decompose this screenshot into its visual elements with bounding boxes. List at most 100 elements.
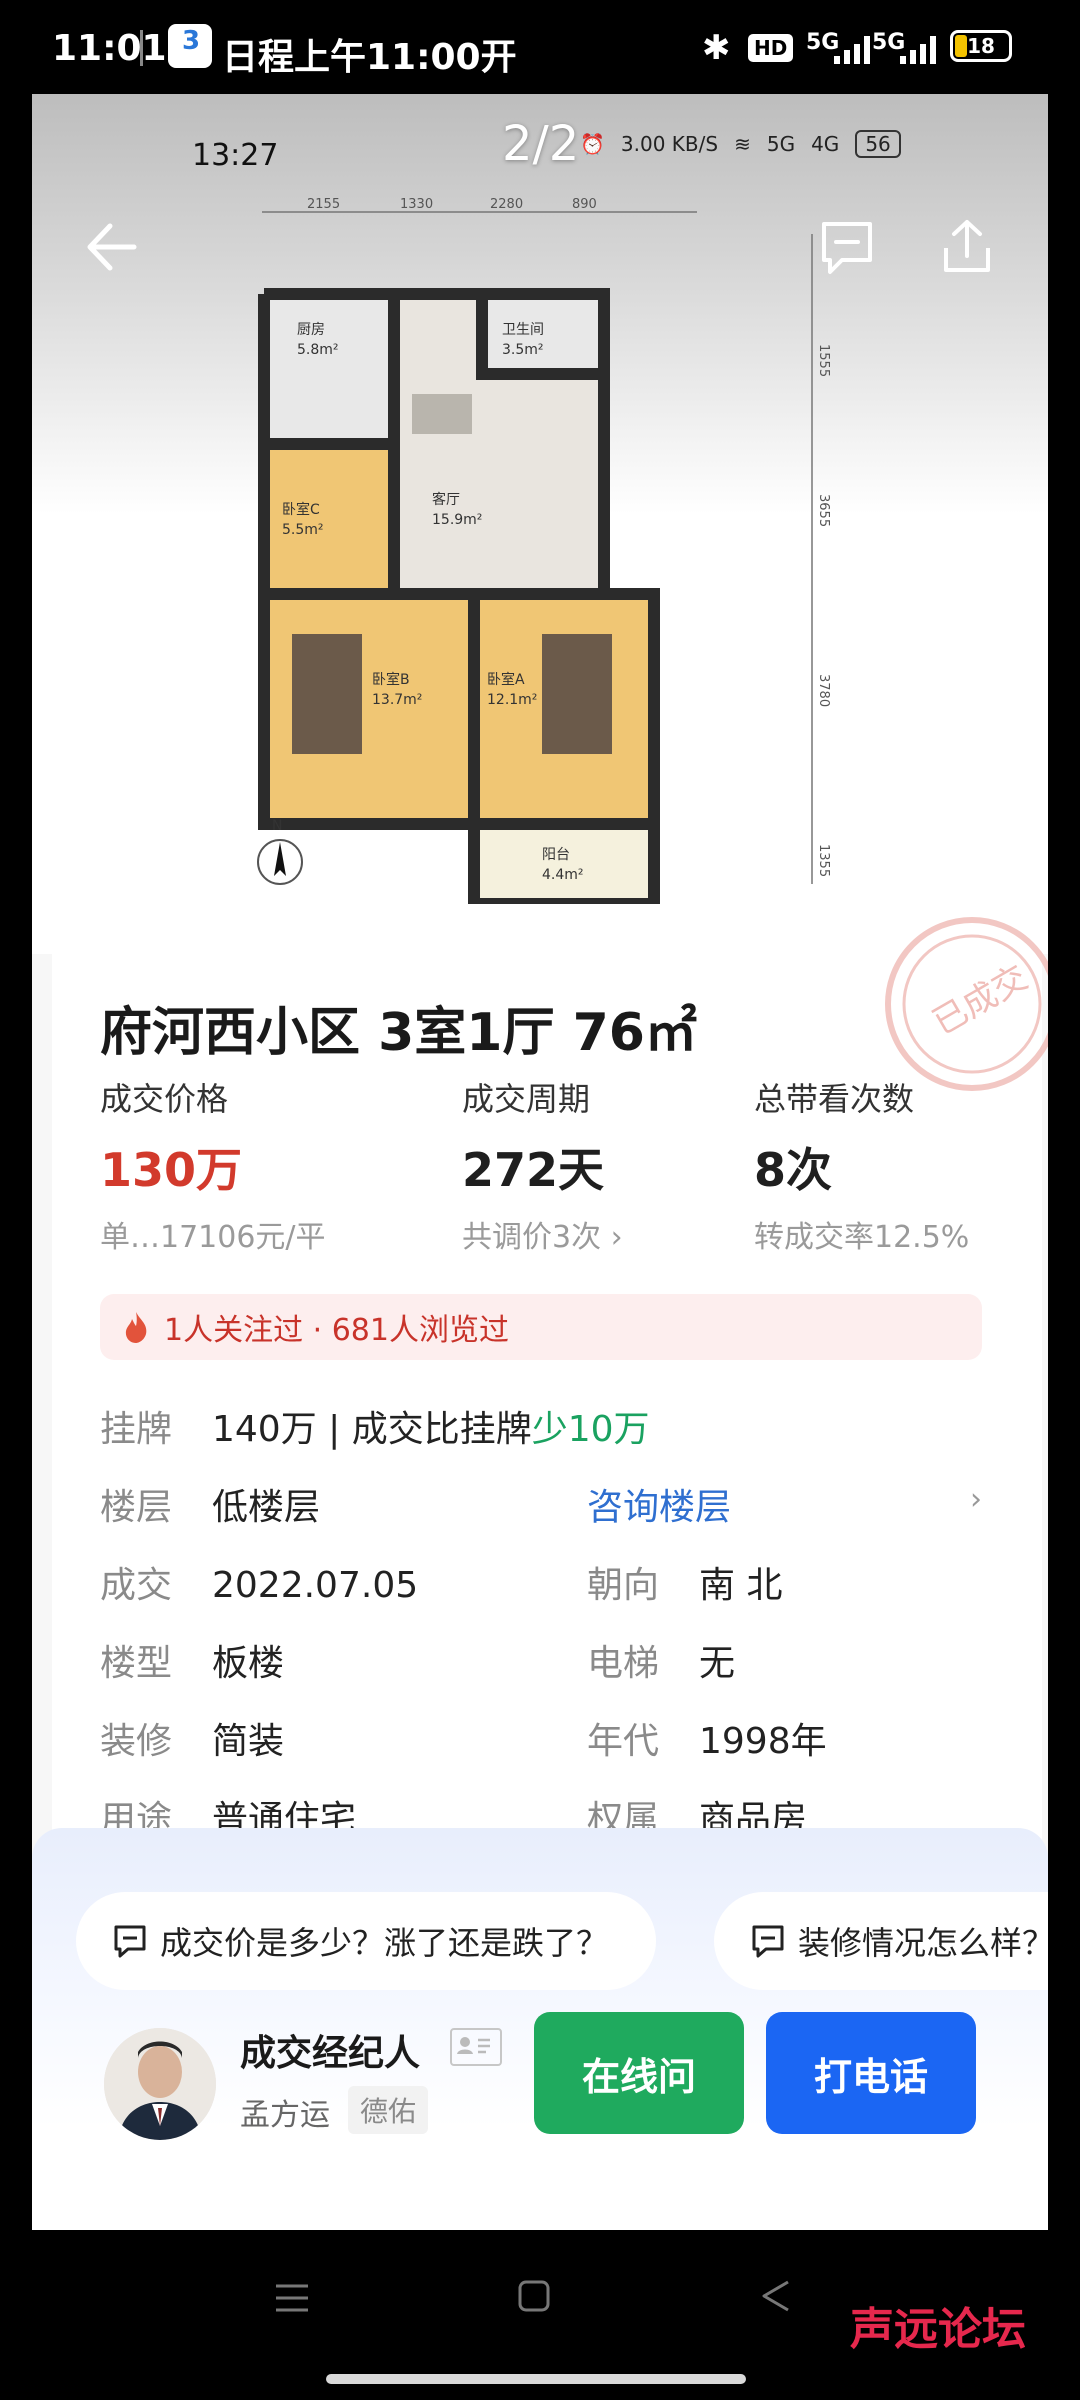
- consult-floor-text[interactable]: 咨询楼层: [587, 1487, 731, 1528]
- stat-label: 成交价格: [100, 1080, 229, 1118]
- price-diff: 少10万: [531, 1409, 650, 1450]
- detail-orientation: 朝向南 北: [587, 1556, 782, 1608]
- inner-signal-1: 5G: [766, 132, 796, 156]
- chat-icon: [114, 1925, 146, 1958]
- outer-status-bar: 11:01 日程上午11:00开 ✱ HD 5G 5G 18: [0, 0, 1080, 94]
- listing-price-row: 挂牌 140万 | 成交比挂牌少10万: [100, 1400, 650, 1452]
- row-value: 2022.07.05: [212, 1565, 419, 1606]
- question-chip-decoration[interactable]: 装修情况怎么样？: [714, 1892, 1048, 1990]
- room-living-area: 15.9m²: [432, 512, 482, 528]
- row-value: 1998年: [699, 1721, 827, 1762]
- consult-floor-link[interactable]: 咨询楼层: [587, 1478, 731, 1530]
- back-arrow-icon[interactable]: [74, 212, 144, 282]
- row-key: 楼型: [100, 1643, 173, 1684]
- agent-avatar[interactable]: [104, 2028, 216, 2140]
- popularity-banner: 1人关注过 · 681人浏览过: [100, 1294, 982, 1360]
- app-screen: 13:27 2/2 ⏰ 3.00 KB/S ≋ 5G 4G 56 2155 13…: [32, 94, 1048, 2230]
- north-label: N: [272, 818, 282, 834]
- home-icon[interactable]: [516, 2278, 552, 2314]
- back-triangle-icon[interactable]: [756, 2276, 796, 2316]
- row-key: 年代: [587, 1721, 660, 1762]
- north-compass-icon: N: [257, 818, 303, 885]
- row-value: 无: [699, 1643, 736, 1684]
- inner-time: 13:27: [192, 138, 279, 173]
- fire-icon: [125, 1312, 147, 1343]
- detail-year: 年代 1998年: [587, 1712, 827, 1764]
- detail-building-type: 楼型 板楼: [100, 1634, 284, 1686]
- stat-deal-cycle[interactable]: 成交周期 272天 共调价3次 ›: [462, 1074, 623, 1256]
- dim-top-4: 890: [572, 197, 597, 212]
- alarm-icon: ⏰: [580, 132, 605, 156]
- room-balcony-name: 阳台: [542, 847, 570, 863]
- stat-value: 8次: [754, 1143, 833, 1197]
- outer-time: 11:01: [52, 28, 167, 69]
- share-icon[interactable]: [932, 212, 1002, 282]
- row-value: 板楼: [212, 1643, 285, 1684]
- agent-name: 孟方运: [240, 2098, 330, 2133]
- row-key: 朝向: [587, 1565, 660, 1606]
- row-key: 挂牌: [100, 1409, 173, 1450]
- bluetooth-icon: ✱: [702, 28, 731, 68]
- popularity-text: 1人关注过 · 681人浏览过: [164, 1313, 509, 1348]
- battery-icon: 18: [950, 30, 1012, 62]
- question-text: 成交价是多少？涨了还是跌了？: [160, 1924, 609, 1962]
- detail-floor: 楼层 低楼层: [100, 1478, 320, 1530]
- forum-watermark: 声远论坛: [850, 2304, 1026, 2355]
- dim-right-1: 1555: [816, 344, 831, 377]
- floorplan-gallery[interactable]: 13:27 2/2 ⏰ 3.00 KB/S ≋ 5G 4G 56 2155 13…: [32, 94, 1048, 957]
- dim-top-1: 2155: [307, 197, 340, 212]
- detail-decoration: 装修 简装: [100, 1712, 284, 1764]
- home-indicator[interactable]: [326, 2374, 746, 2384]
- inner-signal-2: 4G: [811, 132, 840, 156]
- stat-sub: 单…17106元/平: [100, 1220, 326, 1255]
- agent-title: 成交经纪人: [240, 2033, 421, 2074]
- listing-title: 府河西小区 3室1厅 76㎡: [100, 1003, 697, 1063]
- stat-deal-price: 成交价格 130万 单…17106元/平: [100, 1074, 326, 1256]
- detail-deal-date: 成交 2022.07.05: [100, 1556, 418, 1608]
- row-value: 140万 | 成交比挂牌: [212, 1409, 532, 1450]
- calendar-app-icon: [168, 24, 212, 68]
- call-button[interactable]: 打电话: [766, 2012, 976, 2134]
- recent-apps-icon[interactable]: [272, 2280, 312, 2316]
- room-bedroom-a-name: 卧室A: [487, 671, 525, 688]
- dim-right-3: 3780: [816, 674, 831, 707]
- signal-bars-2-icon: [900, 34, 944, 64]
- floorplan-image: 2155 1330 2280 890 1555 3655 3780 1355 3…: [258, 197, 831, 957]
- inner-battery: 56: [855, 130, 901, 158]
- room-bedroom-b-name: 卧室B: [372, 671, 410, 688]
- row-value: 简装: [212, 1721, 285, 1762]
- question-text: 装修情况怎么样？: [798, 1924, 1048, 1962]
- room-kitchen-name: 厨房: [297, 322, 325, 338]
- room-living-name: 客厅: [432, 491, 460, 508]
- ask-online-button[interactable]: 在线问: [534, 2012, 744, 2134]
- detail-elevator: 电梯无: [587, 1634, 735, 1686]
- stat-value: 272天: [462, 1143, 605, 1197]
- room-bedroom-c-area: 5.5m²: [282, 522, 324, 538]
- row-key: 楼层: [100, 1487, 173, 1528]
- business-card-icon[interactable]: [450, 2028, 502, 2066]
- chevron-right-icon[interactable]: ›: [970, 1482, 982, 1517]
- net-speed: 3.00 KB/S: [620, 132, 719, 156]
- stat-sub: 共调价3次 ›: [462, 1220, 623, 1255]
- gallery-page-count: 2/2: [502, 116, 580, 172]
- row-key: 电梯: [587, 1643, 660, 1684]
- stat-value: 130万: [100, 1143, 243, 1197]
- chat-icon: [752, 1925, 784, 1958]
- row-key: 装修: [100, 1721, 173, 1762]
- notification-text: 日程上午11:00开: [222, 37, 517, 78]
- hd-badge: HD: [748, 34, 794, 62]
- room-balcony-area: 4.4m²: [542, 867, 584, 883]
- question-chip-price[interactable]: 成交价是多少？涨了还是跌了？: [76, 1892, 656, 1990]
- row-value: 低楼层: [212, 1487, 321, 1528]
- stat-sub: 转成交率12.5%: [754, 1220, 970, 1255]
- room-bedroom-a-area: 12.1m²: [487, 692, 537, 708]
- divider: [140, 30, 143, 66]
- dim-top-3: 2280: [490, 197, 523, 212]
- agent-photo: [104, 2028, 216, 2140]
- sold-stamp: 已成交: [885, 917, 1048, 1091]
- stamp-text: 已成交: [926, 958, 1034, 1044]
- bottom-action-panel: 成交价是多少？涨了还是跌了？ 装修情况怎么样？ 成交经纪人 孟方运 德佑 在线问…: [32, 1828, 1048, 2230]
- wifi-icon: ≋: [734, 132, 751, 156]
- room-bathroom-name: 卫生间: [502, 322, 544, 338]
- stat-label: 成交周期: [462, 1080, 591, 1118]
